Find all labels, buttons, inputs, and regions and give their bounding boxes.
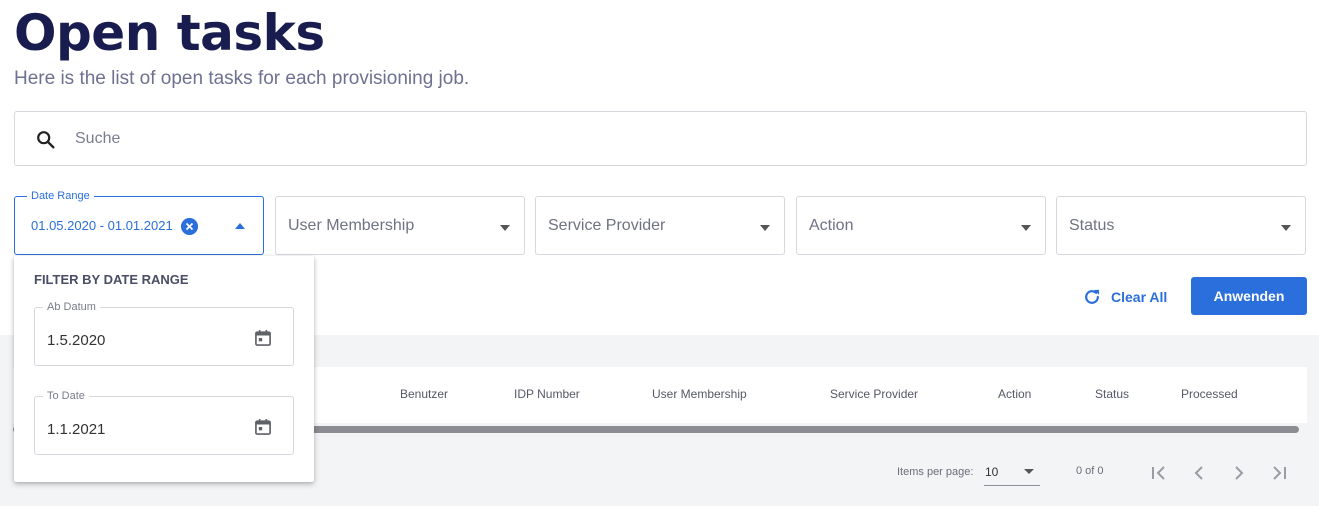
- service-provider-filter[interactable]: Service Provider: [535, 196, 785, 255]
- column-header[interactable]: User Membership: [652, 387, 747, 401]
- to-date-value: 1.1.2021: [47, 421, 106, 438]
- refresh-icon: [1085, 289, 1100, 304]
- caret-up-icon: [235, 223, 245, 229]
- status-label: Status: [1069, 217, 1115, 234]
- calendar-icon[interactable]: [253, 328, 273, 348]
- search-input[interactable]: [75, 122, 1275, 156]
- pagination-range: 0 of 0: [1076, 465, 1104, 477]
- items-per-page-value: 10: [985, 465, 999, 479]
- date-range-popup: FILTER BY DATE RANGE Ab Datum 1.5.2020 T…: [14, 256, 314, 482]
- user-membership-filter[interactable]: User Membership: [275, 196, 525, 255]
- date-range-label: Date Range: [27, 190, 94, 202]
- items-per-page-label: Items per page:: [897, 466, 974, 478]
- to-date-label: To Date: [43, 390, 89, 402]
- column-header[interactable]: IDP Number: [514, 387, 580, 401]
- search-icon: [37, 131, 55, 149]
- next-page-icon[interactable]: [1227, 461, 1251, 485]
- caret-down-icon: [1024, 469, 1034, 474]
- column-header[interactable]: Benutzer: [400, 387, 448, 401]
- column-header[interactable]: Status: [1095, 387, 1129, 401]
- status-filter[interactable]: Status: [1056, 196, 1306, 255]
- last-page-icon[interactable]: [1267, 461, 1291, 485]
- to-date-field[interactable]: To Date 1.1.2021: [34, 390, 294, 455]
- first-page-icon[interactable]: [1147, 461, 1171, 485]
- caret-down-icon: [1281, 225, 1291, 231]
- clear-all-label: Clear All: [1111, 289, 1168, 305]
- action-filter[interactable]: Action: [796, 196, 1046, 255]
- page-subtitle: Here is the list of open tasks for each …: [14, 68, 470, 89]
- items-per-page-select[interactable]: 10: [984, 460, 1040, 486]
- date-range-value: 01.05.2020 - 01.01.2021: [31, 218, 173, 233]
- user-membership-label: User Membership: [288, 217, 415, 234]
- column-header[interactable]: Service Provider: [830, 387, 918, 401]
- page-title: Open tasks: [14, 4, 325, 62]
- action-label: Action: [809, 217, 854, 234]
- previous-page-icon[interactable]: [1187, 461, 1211, 485]
- apply-button[interactable]: Anwenden: [1191, 277, 1307, 315]
- search-bar: [14, 111, 1307, 166]
- from-date-field[interactable]: Ab Datum 1.5.2020: [34, 301, 294, 366]
- clear-all-button[interactable]: Clear All: [1082, 285, 1167, 309]
- from-date-label: Ab Datum: [43, 301, 100, 313]
- caret-down-icon: [1021, 225, 1031, 231]
- calendar-icon[interactable]: [253, 417, 273, 437]
- caret-down-icon: [500, 225, 510, 231]
- clear-date-icon[interactable]: [181, 218, 198, 235]
- date-popup-title: FILTER BY DATE RANGE: [34, 272, 189, 287]
- column-header[interactable]: Action: [998, 387, 1031, 401]
- caret-down-icon: [760, 225, 770, 231]
- from-date-value: 1.5.2020: [47, 332, 106, 349]
- date-range-filter[interactable]: Date Range 01.05.2020 - 01.01.2021: [14, 190, 264, 255]
- service-provider-label: Service Provider: [548, 217, 666, 234]
- column-header[interactable]: Processed: [1181, 387, 1238, 401]
